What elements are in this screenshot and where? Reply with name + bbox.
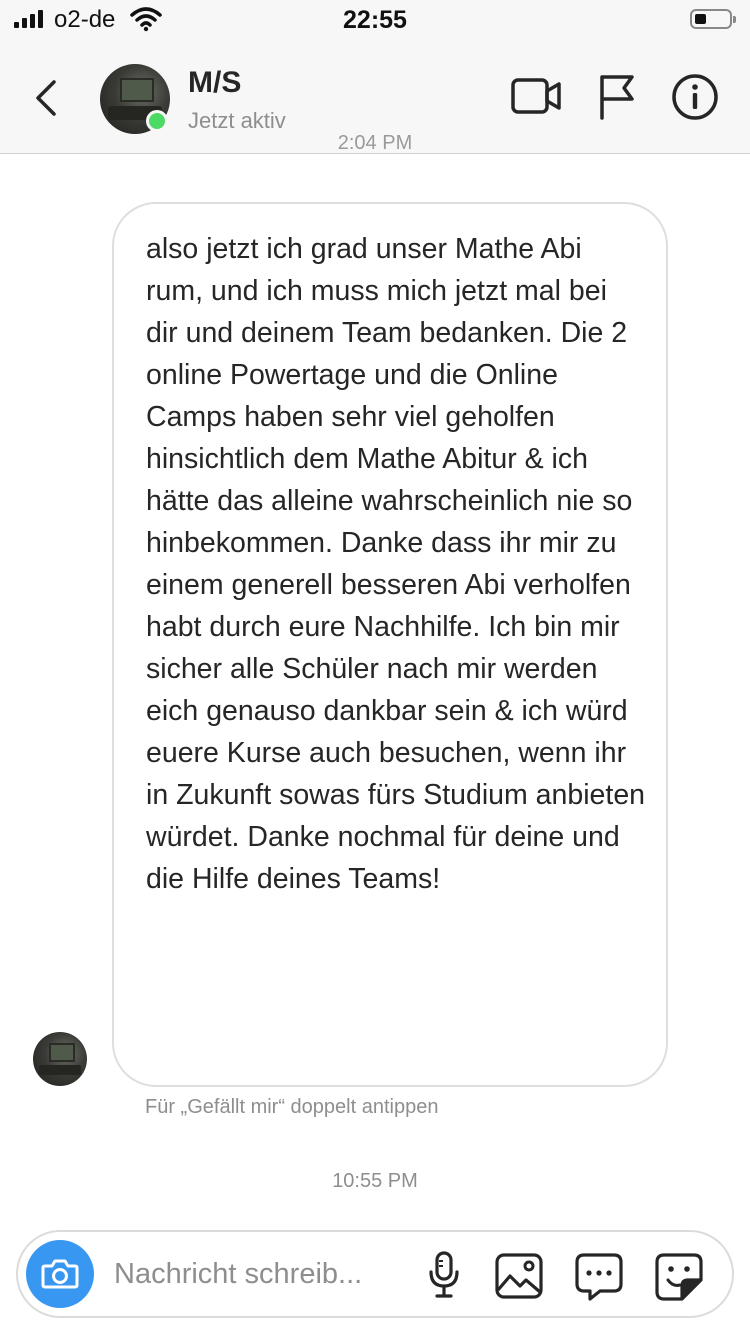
previous-timestamp-text: 2:04 PM (337, 132, 413, 154)
sender-avatar[interactable] (33, 1032, 87, 1086)
image-icon[interactable] (494, 1252, 544, 1300)
video-camera-icon[interactable] (510, 74, 562, 118)
info-icon[interactable] (671, 73, 719, 121)
battery-icon (690, 9, 736, 29)
status-bar: o2-de 22:55 (0, 0, 750, 42)
camera-icon (41, 1259, 79, 1289)
sticker-icon[interactable] (654, 1252, 704, 1302)
battery-level (695, 14, 706, 24)
message-timestamp: 10:55 PM (332, 1170, 418, 1192)
previous-timestamp: 2:04 PM (0, 132, 750, 160)
message-bubble[interactable]: also jetzt ich grad unser Mathe Abi rum,… (112, 202, 668, 1087)
like-hint: Für „Gefällt mir“ doppelt antippen (145, 1096, 439, 1118)
contact-status: Jetzt aktiv (188, 108, 286, 133)
flag-icon[interactable] (596, 72, 638, 120)
chat-bubble-icon[interactable] (574, 1252, 624, 1302)
message-text: also jetzt ich grad unser Mathe Abi rum,… (146, 233, 646, 895)
message-input[interactable] (114, 1252, 414, 1296)
chevron-left-icon[interactable] (30, 78, 60, 118)
status-time: 22:55 (343, 6, 407, 34)
message-composer (16, 1230, 734, 1318)
contact-name[interactable]: M/S (188, 66, 241, 100)
camera-button[interactable] (26, 1240, 94, 1308)
microphone-icon[interactable] (426, 1250, 462, 1300)
online-indicator (146, 110, 168, 132)
